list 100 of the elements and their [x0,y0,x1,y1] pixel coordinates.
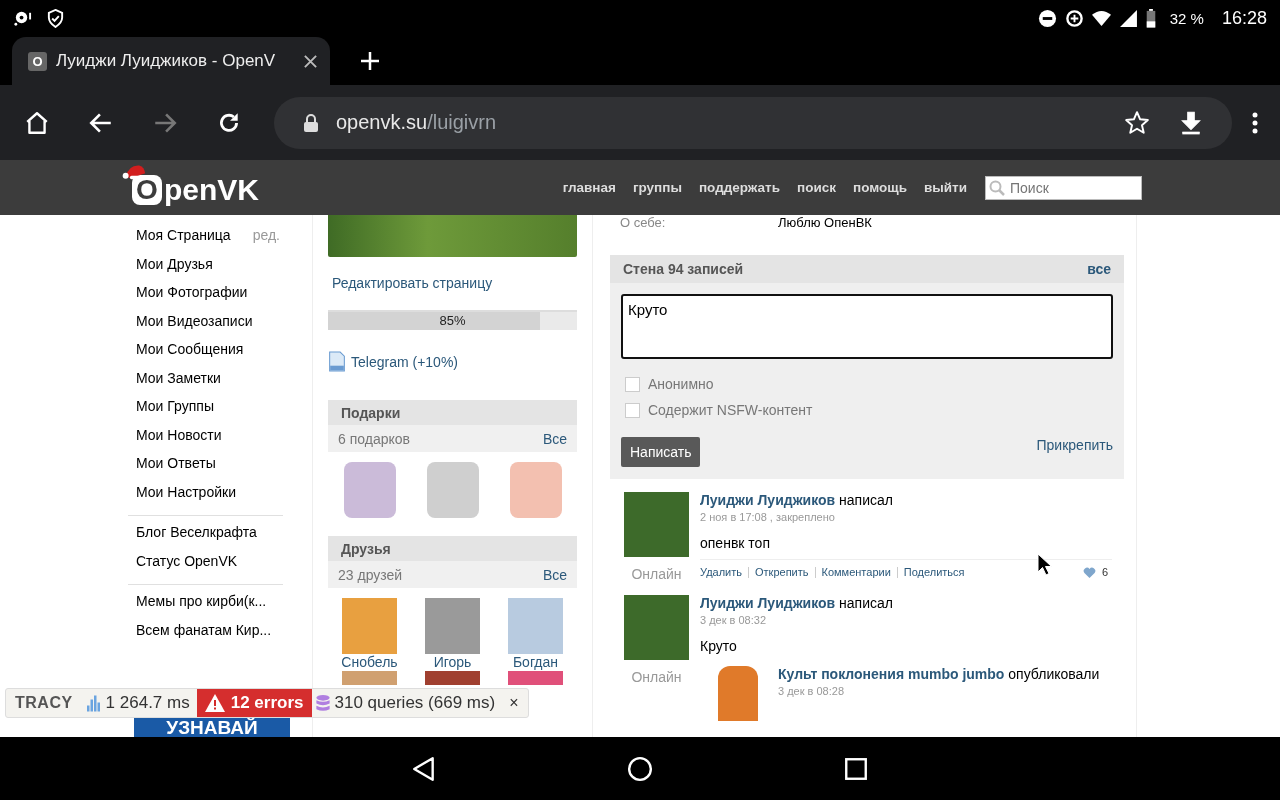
shield-icon [46,9,65,28]
url-text: openvk.su/luigivrn [336,111,497,134]
section-title: Друзья [341,540,391,557]
edit-page-link[interactable]: Редактировать страницу [332,275,577,291]
checkbox[interactable] [625,402,640,418]
notification-icon [13,9,32,28]
signal-icon [1118,9,1138,28]
home-icon[interactable] [24,109,50,136]
favicon: O [28,51,47,71]
all-link[interactable]: Все [542,430,567,447]
checkbox-label: Содержит NSFW-контент [648,402,813,418]
nav-link[interactable]: главная [562,180,616,195]
mouse-cursor-icon [1037,553,1053,577]
warning-icon [204,694,225,712]
error-count[interactable]: 12 errors [196,689,312,717]
progress-reading: 85% [438,313,467,328]
post-action-link[interactable]: Комментарии [821,566,891,578]
post-date: 2 ноя в 17:08 , закреплено [700,511,836,523]
friend-name[interactable]: Снобель [341,654,398,670]
sidebar-link[interactable]: Моя Страница [136,227,231,243]
post-date: 3 дек в 08:32 [700,614,767,626]
sidebar-link[interactable]: Мои Заметки [136,369,221,386]
tab-title: Луиджи Луиджиков - OpenV [56,51,277,71]
like-count: 6 [1101,566,1108,578]
gift-sticker-placeholder[interactable] [509,462,562,518]
author-link[interactable]: Луиджи Луиджиков [700,595,836,611]
sidebar-link[interactable]: Мои Настройки [136,483,236,500]
sidebar-link[interactable]: Мои Новости [136,426,222,443]
nav-link[interactable]: помощь [853,180,907,195]
post-verb: опубликовали [1008,666,1100,682]
post-input-field[interactable]: Круто [621,294,1113,359]
post-action-link[interactable]: Удалить [700,566,742,578]
sidebar-link[interactable]: Мои Фотографии [136,284,248,300]
lock-icon [304,113,318,132]
sidebar-link[interactable]: Мои Ответы [136,455,216,471]
friend-name[interactable]: Игорь [433,654,472,670]
clock: 16:28 [1221,8,1267,29]
search-field[interactable]: Поиск [985,175,1142,200]
checkbox-label: Анонимно [648,376,714,392]
post-action-link[interactable]: Открепить [755,566,809,578]
address-bar[interactable]: openvk.su/luigivrn [274,96,1232,149]
all-link[interactable]: все [1087,261,1111,277]
new-tab-icon[interactable] [360,51,380,71]
heart-icon[interactable] [1082,566,1096,578]
submit-button[interactable]: Написать [621,437,701,467]
sidebar-link[interactable]: Блог Веселкрафта [136,524,257,540]
browser-tab[interactable]: O Луиджи Луиджиков - OpenV [12,37,330,85]
back-icon[interactable] [411,755,437,782]
more-menu-icon[interactable] [1252,110,1258,135]
recent-apps-icon[interactable] [843,755,869,782]
post-verb: написал [839,595,893,611]
sidebar-link[interactable]: Мемы про кирби(к... [136,593,267,609]
friend-count: 23 друзей [338,566,403,583]
request-time[interactable]: 1 264.7 ms [105,693,197,713]
repost-avatar-placeholder[interactable] [718,666,758,721]
data-saver-icon [1064,9,1084,28]
online-status: Онлайн [631,669,682,685]
site-logo[interactable]: O penVK [122,162,259,207]
sidebar-link[interactable]: Мои Группы [136,398,214,414]
telegram-link[interactable]: Telegram (+10%) [351,353,458,370]
bar-chart-icon [86,694,101,712]
post-verb: написал [839,492,893,508]
star-icon[interactable] [1124,109,1150,136]
close-icon[interactable] [303,53,318,69]
sidebar-link[interactable]: Статус OpenVK [136,552,238,569]
wall-title: Стена 94 записей [623,261,744,277]
sidebar-link[interactable]: Мои Сообщения [136,341,244,357]
nav-link[interactable]: выйти [923,180,967,195]
attach-link[interactable]: Прикрепить [1036,437,1113,453]
sidebar-link[interactable]: Мои Друзья [136,255,213,272]
author-link[interactable]: Культ поклонения mumbo jumbo [778,666,1005,682]
database-icon [315,694,330,712]
field-label: О себе: [620,215,667,230]
sidebar-link[interactable]: Всем фанатам Кир... [136,621,272,638]
download-icon[interactable] [1178,109,1204,136]
battery-icon [1145,9,1156,28]
post-action-link[interactable]: Поделиться [903,566,965,578]
author-link[interactable]: Луиджи Луиджиков [700,492,836,508]
search-icon [989,179,1005,196]
online-status: Онлайн [631,566,682,582]
query-stats[interactable]: 310 queries (669 ms) [334,693,510,713]
nav-link[interactable]: группы [632,180,682,195]
gift-count: 6 подарков [338,430,410,447]
document-icon [328,351,346,372]
section-title: Подарки [341,404,401,421]
gift-sticker-placeholder[interactable] [426,462,479,518]
nav-link[interactable]: поддержать [698,180,780,195]
nav-link[interactable]: поиск [797,180,836,195]
gift-sticker-placeholder[interactable] [343,462,396,518]
sidebar-link[interactable]: Мои Видеозаписи [136,312,253,329]
wifi-icon [1091,9,1111,28]
post-text: опенвк топ [700,535,771,551]
post-date: 3 дек в 08:28 [778,685,845,697]
ad-banner[interactable]: УЗНАВАЙ [134,718,290,737]
home-icon[interactable] [627,755,653,782]
all-link[interactable]: Все [542,566,567,583]
friend-name[interactable]: Богдан [512,654,559,670]
debug-brand[interactable]: TRACY [6,694,83,712]
checkbox[interactable] [625,376,640,392]
close-button[interactable]: × [509,694,529,712]
